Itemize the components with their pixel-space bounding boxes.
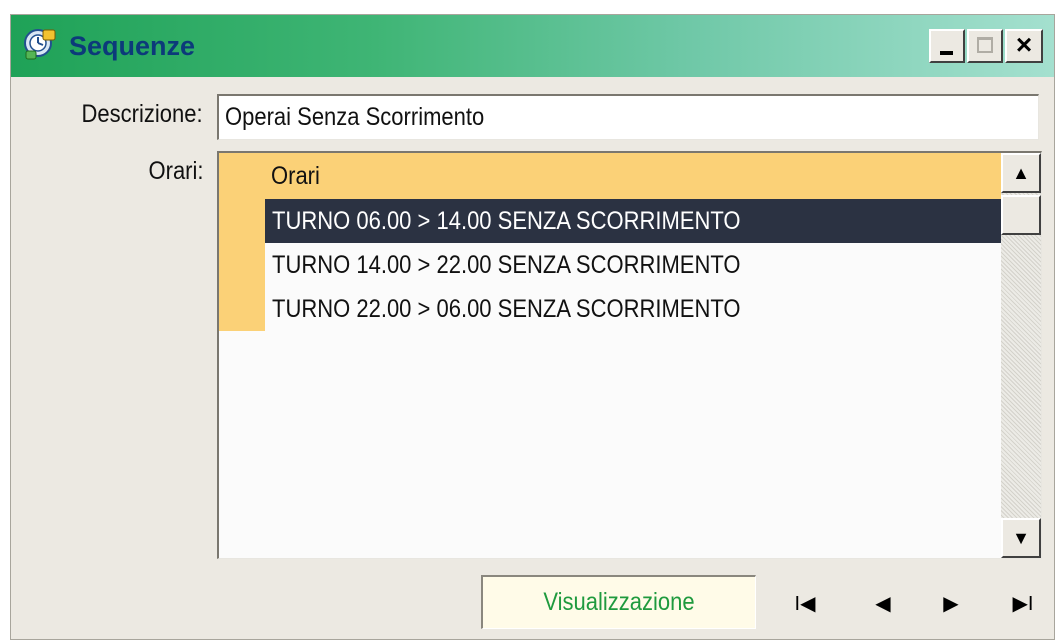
table-row[interactable]: TURNO 14.00 > 22.00 SENZA SCORRIMENTO [265, 243, 1001, 287]
row-cell-orari: TURNO 06.00 > 14.00 SENZA SCORRIMENTO [272, 207, 741, 235]
scroll-thumb[interactable] [1001, 195, 1041, 235]
scroll-up-icon: ▲ [1012, 163, 1030, 183]
mode-text: Visualizzazione [543, 588, 695, 616]
row-cell-orari: TURNO 22.00 > 06.00 SENZA SCORRIMENTO [272, 295, 741, 323]
table-row[interactable]: TURNO 22.00 > 06.00 SENZA SCORRIMENTO [265, 287, 1001, 331]
row-cell-orari: TURNO 14.00 > 22.00 SENZA SCORRIMENTO [272, 251, 741, 279]
descrizione-value: Operai Senza Scorrimento [225, 103, 485, 131]
maximize-button[interactable] [967, 29, 1003, 63]
descrizione-field[interactable]: Operai Senza Scorrimento [217, 94, 1039, 140]
scroll-down-button[interactable]: ▼ [1001, 518, 1041, 558]
next-record-icon: ▶ [943, 593, 959, 615]
table-row[interactable]: TURNO 06.00 > 14.00 SENZA SCORRIMENTO [265, 199, 1001, 243]
minimize-button[interactable] [929, 29, 965, 63]
first-record-button[interactable]: I◀ [785, 587, 825, 621]
last-record-button[interactable]: ▶I [1003, 587, 1043, 621]
column-header-orari: Orari [271, 162, 320, 190]
window-title: Sequenze [69, 31, 196, 61]
row-selector-column[interactable] [219, 199, 265, 331]
first-record-icon: I◀ [794, 593, 816, 615]
title-bar[interactable]: Sequenze × [11, 15, 1054, 77]
last-record-icon: ▶I [1012, 593, 1034, 615]
scroll-down-icon: ▼ [1012, 528, 1030, 548]
descrizione-label: Descrizione: [81, 100, 203, 128]
sequenze-window: Sequenze × Descrizione: Operai Senza Sco… [10, 14, 1055, 640]
vertical-scrollbar[interactable]: ▲ ▼ [1001, 153, 1041, 558]
scroll-up-button[interactable]: ▲ [1001, 153, 1041, 193]
previous-record-button[interactable]: ◀ [863, 587, 903, 621]
minimize-icon [940, 51, 953, 55]
orari-grid[interactable]: Orari TURNO 06.00 > 14.00 SENZA SCORRIME… [217, 151, 1042, 559]
close-icon: × [1015, 29, 1033, 60]
sequence-app-icon [24, 29, 56, 60]
previous-record-icon: ◀ [875, 593, 891, 615]
maximize-icon [977, 37, 993, 53]
mode-indicator: Visualizzazione [481, 575, 756, 629]
close-button[interactable]: × [1005, 29, 1043, 63]
orari-label: Orari: [148, 157, 203, 185]
next-record-button[interactable]: ▶ [931, 587, 971, 621]
grid-column-header[interactable]: Orari [219, 153, 1001, 199]
